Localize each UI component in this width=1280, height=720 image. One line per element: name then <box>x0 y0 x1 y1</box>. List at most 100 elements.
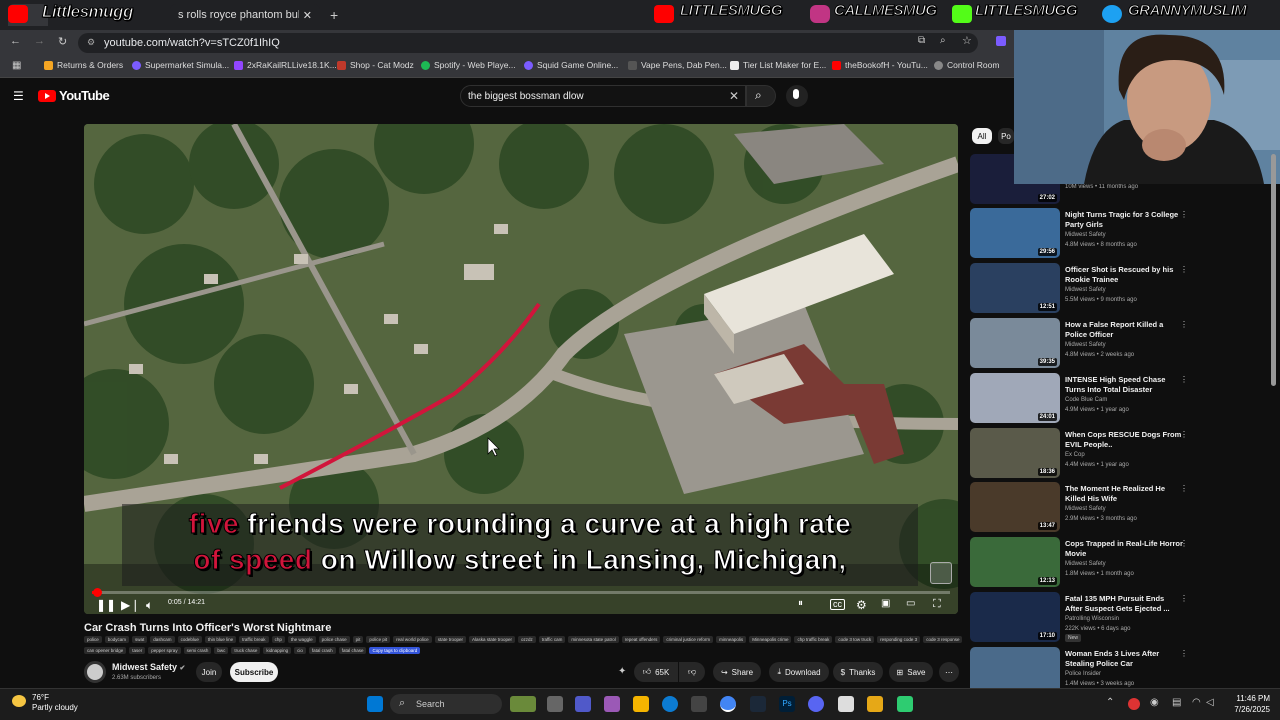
edge-icon[interactable] <box>662 696 678 712</box>
more-options-icon[interactable]: ⋮ <box>1180 539 1188 548</box>
more-options-icon[interactable]: ⋮ <box>1180 594 1188 603</box>
join-button[interactable]: Join <box>196 662 222 682</box>
subscribe-button[interactable]: Subscribe <box>230 662 278 682</box>
bookmark-item[interactable]: Vape Pens, Dab Pen... <box>628 60 727 70</box>
youtube-logo[interactable]: YouTube <box>38 88 110 103</box>
video-thumbnail[interactable]: 39:35 <box>970 318 1060 368</box>
bookmark-item[interactable]: Tier List Maker for E... <box>730 60 826 70</box>
tray-app-icon[interactable]: ◉ <box>1150 697 1159 708</box>
notepad-icon[interactable] <box>838 696 854 712</box>
task-view-icon[interactable] <box>547 696 563 712</box>
more-options-icon[interactable]: ⋮ <box>1180 265 1188 274</box>
tag-chip[interactable]: chp traffic break <box>794 636 833 643</box>
tag-chip[interactable]: Minneapolis crime <box>749 636 792 643</box>
tag-chip[interactable]: criminal justice reform <box>663 636 714 643</box>
tag-chip[interactable]: semi crash <box>183 647 212 654</box>
browser-tab-active[interactable]: s rolls royce phantom bulletpr... ✕ <box>170 4 320 26</box>
like-button[interactable]: 👍︎ 65K <box>634 662 678 682</box>
pause-icon[interactable]: ❚❚ <box>96 598 116 612</box>
wifi-icon[interactable]: ◠ <box>1192 697 1201 708</box>
site-info-icon[interactable]: ⚙ <box>87 37 95 48</box>
recommendation-title[interactable]: Officer Shot is Rescued by his Rookie Tr… <box>1065 265 1183 285</box>
autoplay-toggle-icon[interactable]: ⏸︎ <box>798 598 803 609</box>
settings-gear-icon[interactable]: ⚙ <box>856 598 867 612</box>
new-tab-icon[interactable]: + <box>330 7 338 23</box>
tag-chip[interactable]: pit <box>352 636 364 643</box>
bookmark-item[interactable]: Supermarket Simula... <box>132 60 229 70</box>
taskbar-clock[interactable]: 11:46 PM 7/26/2025 <box>1218 693 1270 715</box>
reload-icon[interactable]: ↻ <box>58 35 67 48</box>
tag-chip[interactable]: Alaska state trooper <box>468 636 515 643</box>
tag-chip[interactable]: police chase <box>318 636 350 643</box>
recommendation-title[interactable]: Night Turns Tragic for 3 College Party G… <box>1065 210 1183 230</box>
next-icon[interactable]: ▶❘ <box>121 598 140 612</box>
browser-tab[interactable]: ar <box>8 4 48 26</box>
tag-chip[interactable]: swat <box>132 636 148 643</box>
menu-icon[interactable]: ☰ <box>13 89 24 103</box>
copilot-icon[interactable] <box>604 696 620 712</box>
recommendation-item[interactable]: 29:56 Night Turns Tragic for 3 College Pa… <box>970 208 1190 260</box>
share-button[interactable]: ↪ Share <box>713 662 761 682</box>
recommendation-channel[interactable]: Midwest Safety <box>1065 561 1106 567</box>
chip-all[interactable]: All <box>972 128 992 144</box>
tag-chip[interactable]: taser <box>129 647 146 654</box>
tray-app-icon[interactable]: ▤ <box>1172 697 1181 708</box>
more-options-icon[interactable]: ⋮ <box>1180 320 1188 329</box>
tag-chip[interactable]: ozzdz <box>517 636 536 643</box>
recommendation-title[interactable]: Fatal 135 MPH Pursuit Ends After Suspect… <box>1065 594 1183 614</box>
tag-chip[interactable]: codeblue <box>177 636 202 643</box>
recommendation-channel[interactable]: Midwest Safety <box>1065 342 1106 348</box>
store-icon[interactable] <box>691 696 707 712</box>
tag-chip[interactable]: fatal chase <box>338 647 367 654</box>
tray-app-icon[interactable] <box>1128 698 1140 710</box>
progress-bar[interactable] <box>92 591 950 594</box>
steam-icon[interactable] <box>750 696 766 712</box>
voice-search-button[interactable] <box>786 85 808 107</box>
video-thumbnail[interactable]: 12:13 <box>970 537 1060 587</box>
more-options-icon[interactable]: ⋮ <box>1180 649 1188 658</box>
dislike-button[interactable]: 👎︎ <box>679 662 705 682</box>
more-options-icon[interactable]: ⋮ <box>1180 430 1188 439</box>
download-button[interactable]: ⤓ Download <box>769 662 829 682</box>
tag-chip[interactable]: fatal crash <box>308 647 336 654</box>
tag-chip[interactable]: minneapolis <box>716 636 747 643</box>
weather-widget[interactable]: 76°F Partly cloudy <box>32 693 78 713</box>
recommendation-title[interactable]: Woman Ends 3 Lives After Stealing Police… <box>1065 649 1183 669</box>
bookmark-item[interactable]: Returns & Orders <box>44 60 123 70</box>
captions-icon[interactable]: cc <box>830 599 845 610</box>
tag-chip[interactable]: code 3 tow truck <box>835 636 875 643</box>
channel-avatar[interactable] <box>84 661 106 683</box>
tag-chip[interactable]: thin blue line <box>204 636 237 643</box>
bookmark-star-icon[interactable]: ☆ <box>962 34 972 47</box>
recommendation-channel[interactable]: Police Insider <box>1065 671 1101 677</box>
tag-chip[interactable]: code 3 response <box>923 636 963 643</box>
tag-chip[interactable]: truck chase <box>231 647 261 654</box>
bookmark-item[interactable]: Control Room <box>934 60 999 70</box>
recommendation-item[interactable]: 24:01 INTENSE High Speed Chase Turns Into… <box>970 373 1190 425</box>
tag-chip[interactable]: bodycam <box>104 636 130 643</box>
recommendation-channel[interactable]: Midwest Safety <box>1065 506 1106 512</box>
bookmark-item[interactable]: 2xRaKailRLLive18.1K... <box>234 60 337 70</box>
save-button[interactable]: ⊞ Save <box>889 662 933 682</box>
recommendation-channel[interactable]: Patrolling Wisconsin <box>1065 616 1119 622</box>
recommendation-channel[interactable]: Code Blue Cam <box>1065 397 1107 403</box>
copy-tags-button[interactable]: Copy tags to clipboard <box>369 647 421 654</box>
more-options-icon[interactable]: ⋮ <box>1180 375 1188 384</box>
bookmark-item[interactable]: Shop - Cat Modz <box>337 60 414 70</box>
channel-name[interactable]: Midwest Safety ✔ <box>112 662 185 672</box>
search-button[interactable]: ⌕ <box>746 85 776 107</box>
back-icon[interactable]: ← <box>10 35 21 47</box>
tag-chip[interactable]: police <box>84 636 102 643</box>
recommendation-title[interactable]: How a False Report Killed a Police Offic… <box>1065 320 1183 340</box>
recommendation-title[interactable]: INTENSE High Speed Chase Turns Into Tota… <box>1065 375 1183 395</box>
more-actions-button[interactable]: ⋯ <box>939 662 959 682</box>
bookmark-item[interactable]: theBookofH - YouTu... <box>832 60 928 70</box>
recommendation-title[interactable]: The Moment He Realized He Killed His Wif… <box>1065 484 1183 504</box>
tag-chip[interactable]: real world police <box>393 636 432 643</box>
windows-start-icon[interactable] <box>367 696 383 712</box>
recommendation-item[interactable]: 13:47 The Moment He Realized He Killed Hi… <box>970 482 1190 534</box>
tag-chip[interactable]: state trooper <box>434 636 466 643</box>
chrome-icon[interactable] <box>720 696 736 712</box>
tag-chip[interactable]: bwc <box>214 647 229 654</box>
tag-chip[interactable]: dashcam <box>150 636 175 643</box>
